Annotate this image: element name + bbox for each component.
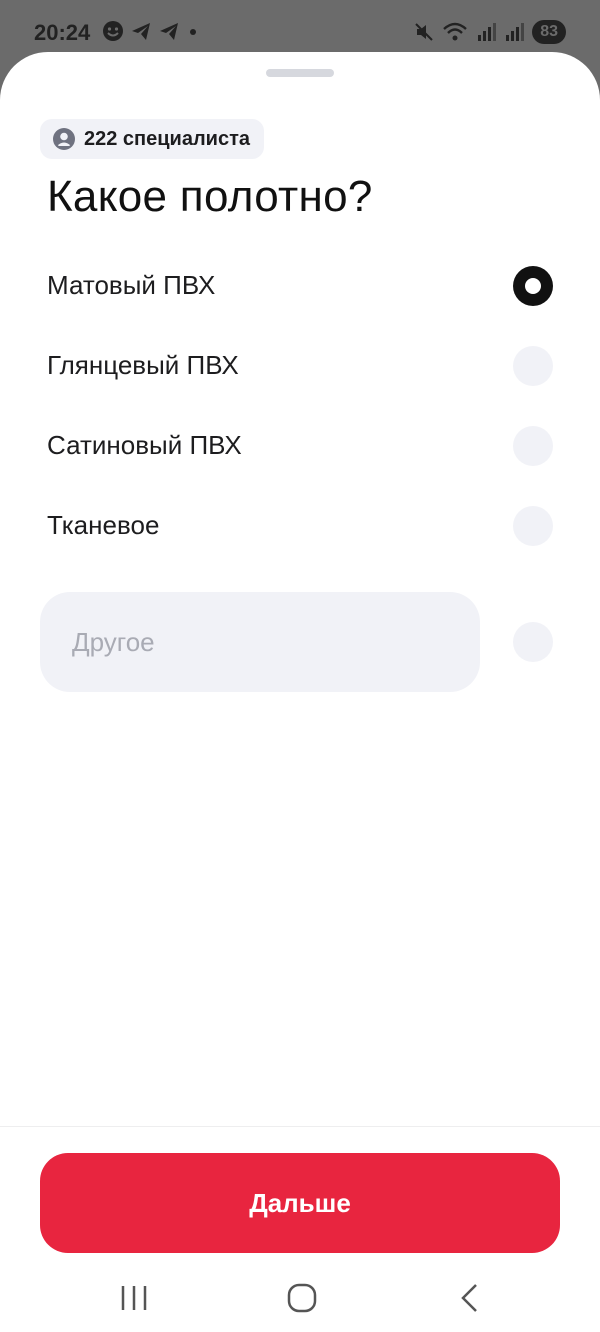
option-glossy-pvc[interactable]: Глянцевый ПВХ [0, 332, 600, 412]
radio-unselected[interactable] [513, 346, 553, 386]
recent-apps-icon[interactable] [114, 1278, 154, 1318]
system-icons: 83 [414, 20, 566, 44]
radio-unselected[interactable] [513, 426, 553, 466]
option-label: Матовый ПВХ [47, 270, 216, 300]
telegram-icon [132, 23, 150, 40]
user-icon [53, 128, 75, 150]
next-button[interactable]: Дальше [40, 1153, 560, 1253]
wifi-icon [443, 22, 468, 41]
specialists-count: 222 специалиста [84, 127, 251, 150]
option-label: Тканевое [47, 510, 160, 540]
bottom-sheet: 222 специалиста Какое полотно? Матовый П… [0, 52, 600, 1332]
emoji-face-icon [103, 21, 123, 41]
dot-icon [190, 29, 196, 35]
option-fabric[interactable]: Тканевое [0, 492, 600, 572]
home-icon[interactable] [282, 1278, 322, 1318]
radio-selected[interactable] [513, 266, 553, 306]
divider [0, 1126, 600, 1127]
specialists-badge: 222 специалиста [40, 119, 265, 159]
battery-indicator: 83 [532, 20, 566, 44]
status-time: 20:24 [34, 20, 91, 45]
telegram-icon [160, 23, 178, 40]
option-matte-pvc[interactable]: Матовый ПВХ [0, 252, 600, 332]
signal-icon [506, 23, 525, 41]
drag-handle[interactable] [266, 69, 334, 77]
option-satin-pvc[interactable]: Сатиновый ПВХ [0, 412, 600, 492]
system-nav-bar [0, 1264, 600, 1332]
other-input[interactable] [40, 592, 480, 692]
radio-unselected[interactable] [513, 506, 553, 546]
page-title: Какое полотно? [47, 172, 373, 221]
option-label: Сатиновый ПВХ [47, 430, 242, 460]
notification-icons [102, 20, 200, 42]
other-radio[interactable] [513, 622, 553, 662]
option-label: Глянцевый ПВХ [47, 350, 239, 380]
signal-icon [478, 23, 497, 41]
back-icon[interactable] [450, 1278, 490, 1318]
mute-icon [415, 23, 433, 41]
